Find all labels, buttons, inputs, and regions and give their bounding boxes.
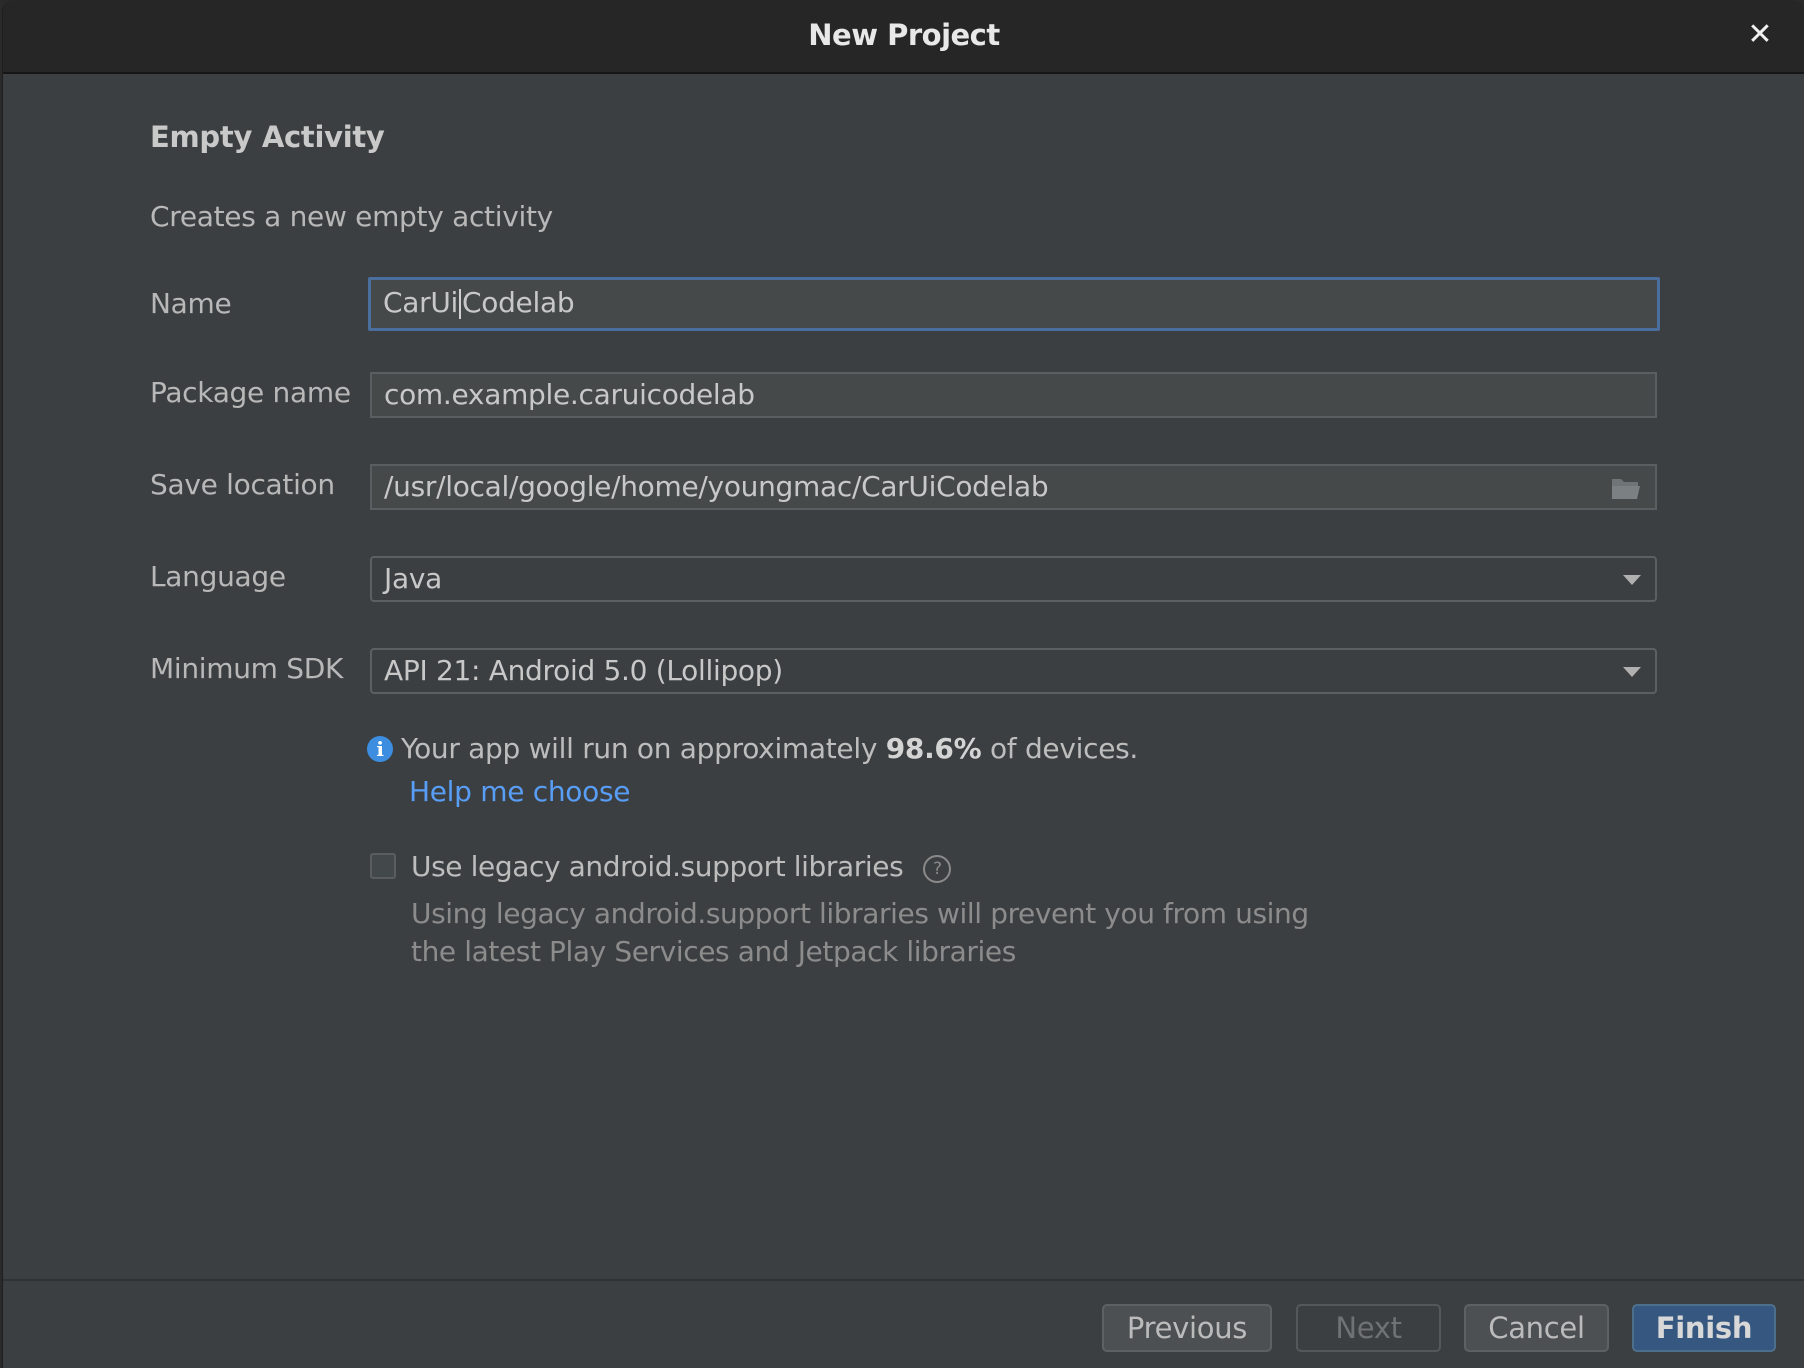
new-project-dialog: New Project ✕ Empty Activity Creates a n…: [2, 0, 1804, 1368]
legacy-support-label-row[interactable]: Use legacy android.support libraries?: [411, 850, 952, 883]
next-button[interactable]: Next: [1296, 1304, 1441, 1352]
help-me-choose-link[interactable]: Help me choose: [409, 775, 630, 808]
coverage-percentage: 98.6%: [885, 732, 982, 765]
folder-open-icon[interactable]: [1611, 476, 1641, 500]
name-input[interactable]: CarUi Codelab: [368, 277, 1660, 331]
package-name-input[interactable]: com.example.caruicodelab: [370, 372, 1657, 418]
dropdown-arrow-icon: [1623, 667, 1641, 677]
legacy-support-label[interactable]: Use legacy android.support libraries: [411, 850, 904, 883]
title-bar: New Project ✕: [3, 0, 1804, 74]
package-name-value: com.example.caruicodelab: [384, 378, 755, 411]
package-name-label: Package name: [150, 376, 351, 409]
dialog-title: New Project: [808, 18, 1000, 52]
template-description: Creates a new empty activity: [150, 200, 553, 233]
minimum-sdk-value: API 21: Android 5.0 (Lollipop): [384, 654, 783, 687]
text-cursor: [459, 289, 461, 319]
name-value-before-cursor: CarUi: [383, 286, 458, 319]
info-icon: i: [367, 736, 393, 762]
cancel-button[interactable]: Cancel: [1464, 1304, 1609, 1352]
question-circle-icon[interactable]: ?: [923, 855, 952, 883]
footer-divider: [3, 1279, 1804, 1281]
device-coverage-info: i Your app will run on approximately 98.6…: [367, 732, 1138, 765]
minimum-sdk-label: Minimum SDK: [150, 652, 344, 685]
name-value-after-cursor: Codelab: [462, 286, 575, 319]
language-label: Language: [150, 560, 286, 593]
legacy-support-checkbox[interactable]: [370, 853, 396, 879]
template-heading: Empty Activity: [150, 120, 385, 154]
minimum-sdk-dropdown[interactable]: API 21: Android 5.0 (Lollipop): [370, 648, 1657, 694]
language-dropdown[interactable]: Java: [370, 556, 1657, 602]
previous-button[interactable]: Previous: [1102, 1304, 1272, 1352]
legacy-description-line2: the latest Play Services and Jetpack lib…: [411, 935, 1016, 968]
info-text-after: of devices.: [981, 732, 1139, 765]
name-label: Name: [150, 287, 232, 320]
close-icon[interactable]: ✕: [1743, 18, 1777, 52]
dropdown-arrow-icon: [1623, 575, 1641, 585]
language-value: Java: [384, 562, 442, 595]
save-location-label: Save location: [150, 468, 335, 501]
finish-button[interactable]: Finish: [1632, 1304, 1776, 1352]
save-location-value: /usr/local/google/home/youngmac/CarUiCod…: [384, 470, 1049, 503]
save-location-input[interactable]: /usr/local/google/home/youngmac/CarUiCod…: [370, 464, 1657, 510]
info-text-before: Your app will run on approximately: [401, 732, 886, 765]
legacy-description-line1: Using legacy android.support libraries w…: [411, 897, 1309, 930]
